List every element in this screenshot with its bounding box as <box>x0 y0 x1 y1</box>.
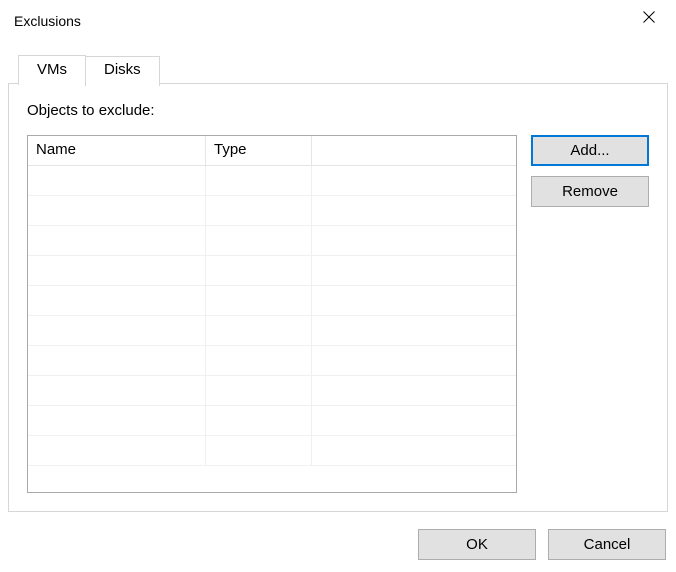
table-row <box>28 226 516 256</box>
cancel-button-label: Cancel <box>584 536 631 553</box>
close-button[interactable] <box>626 2 672 34</box>
cancel-button[interactable]: Cancel <box>548 529 666 560</box>
dialog-buttons: OK Cancel <box>418 529 666 560</box>
column-header-type[interactable]: Type <box>206 136 312 166</box>
ok-button[interactable]: OK <box>418 529 536 560</box>
section-label: Objects to exclude: <box>27 102 649 119</box>
column-header-blank <box>312 136 516 166</box>
table-row <box>28 196 516 226</box>
tab-vms-label: VMs <box>37 61 67 78</box>
table-row <box>28 256 516 286</box>
tab-vms[interactable]: VMs <box>18 55 86 85</box>
table-row <box>28 286 516 316</box>
remove-button-label: Remove <box>562 183 618 200</box>
content-frame: VMs Disks Objects to exclude: Name Type <box>8 54 668 512</box>
titlebar: Exclusions <box>0 0 676 42</box>
table-row <box>28 166 516 196</box>
exclusion-grid[interactable]: Name Type <box>27 135 517 493</box>
ok-button-label: OK <box>466 536 488 553</box>
tab-panel: Objects to exclude: Name Type <box>8 83 668 512</box>
tab-disks-label: Disks <box>104 61 141 78</box>
grid-body <box>28 166 516 492</box>
table-row <box>28 316 516 346</box>
add-button[interactable]: Add... <box>531 135 649 166</box>
grid-header: Name Type <box>28 136 516 166</box>
tabstrip: VMs Disks <box>8 54 668 84</box>
window-title: Exclusions <box>14 13 81 29</box>
table-row <box>28 346 516 376</box>
tab-disks[interactable]: Disks <box>85 56 160 86</box>
side-buttons: Add... Remove <box>531 135 649 493</box>
table-row <box>28 436 516 466</box>
add-button-label: Add... <box>570 142 609 159</box>
close-icon <box>643 10 655 26</box>
table-row <box>28 376 516 406</box>
table-row <box>28 406 516 436</box>
column-header-name[interactable]: Name <box>28 136 206 166</box>
remove-button[interactable]: Remove <box>531 176 649 207</box>
